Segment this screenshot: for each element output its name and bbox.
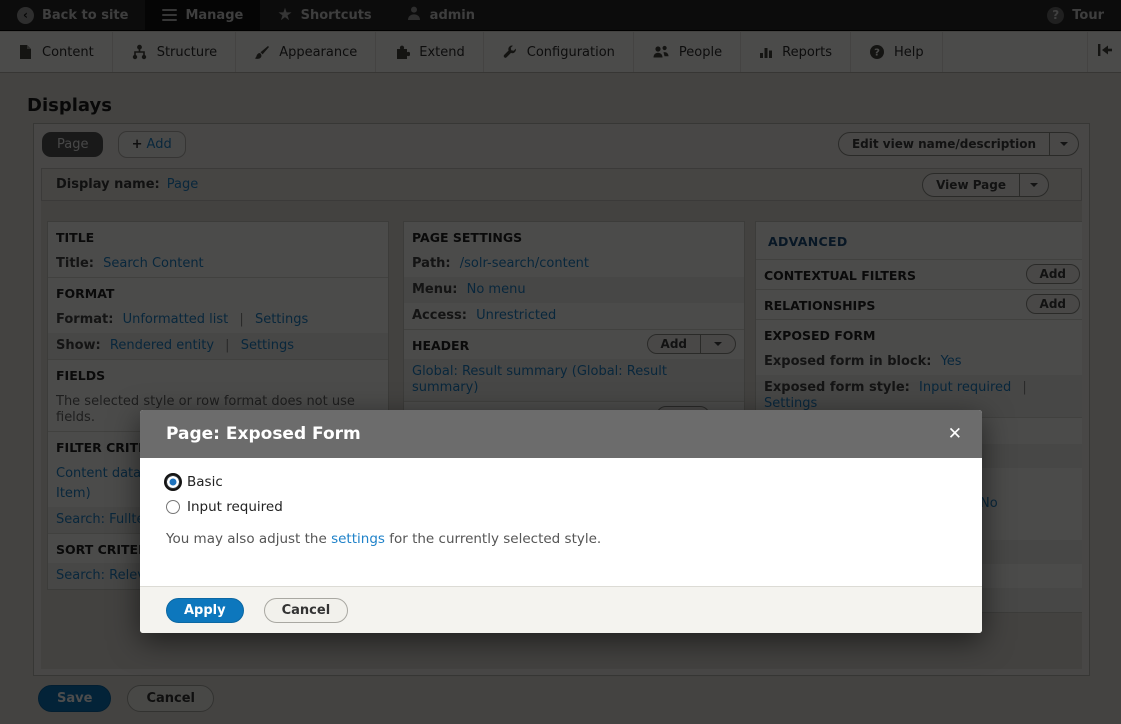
radio-option-basic[interactable]: Basic	[166, 474, 956, 490]
close-icon[interactable]: ✕	[944, 422, 966, 447]
dialog-header[interactable]: Page: Exposed Form ✕	[140, 410, 982, 458]
radio-basic-label: Basic	[187, 474, 223, 490]
dialog-cancel-button[interactable]: Cancel	[264, 598, 349, 623]
radio-unselected-icon[interactable]	[166, 500, 180, 514]
settings-link[interactable]: settings	[331, 531, 385, 547]
dialog-title: Page: Exposed Form	[166, 424, 361, 444]
note-text-after: for the currently selected style.	[385, 531, 601, 547]
note-text-before: You may also adjust the	[166, 531, 331, 547]
dialog-note: You may also adjust the settings for the…	[166, 531, 956, 547]
radio-option-input-required[interactable]: Input required	[166, 499, 956, 515]
dialog-footer: Apply Cancel	[140, 586, 982, 633]
drupal-views-ui-screen: ‹ Back to site Manage ★ Shortcuts admin …	[0, 0, 1121, 724]
apply-button[interactable]: Apply	[166, 598, 244, 623]
radio-input-required-label: Input required	[187, 499, 283, 515]
radio-selected-icon[interactable]	[166, 475, 180, 489]
exposed-form-dialog: Page: Exposed Form ✕ Basic Input require…	[140, 410, 982, 633]
dialog-body: Basic Input required You may also adjust…	[140, 458, 982, 586]
